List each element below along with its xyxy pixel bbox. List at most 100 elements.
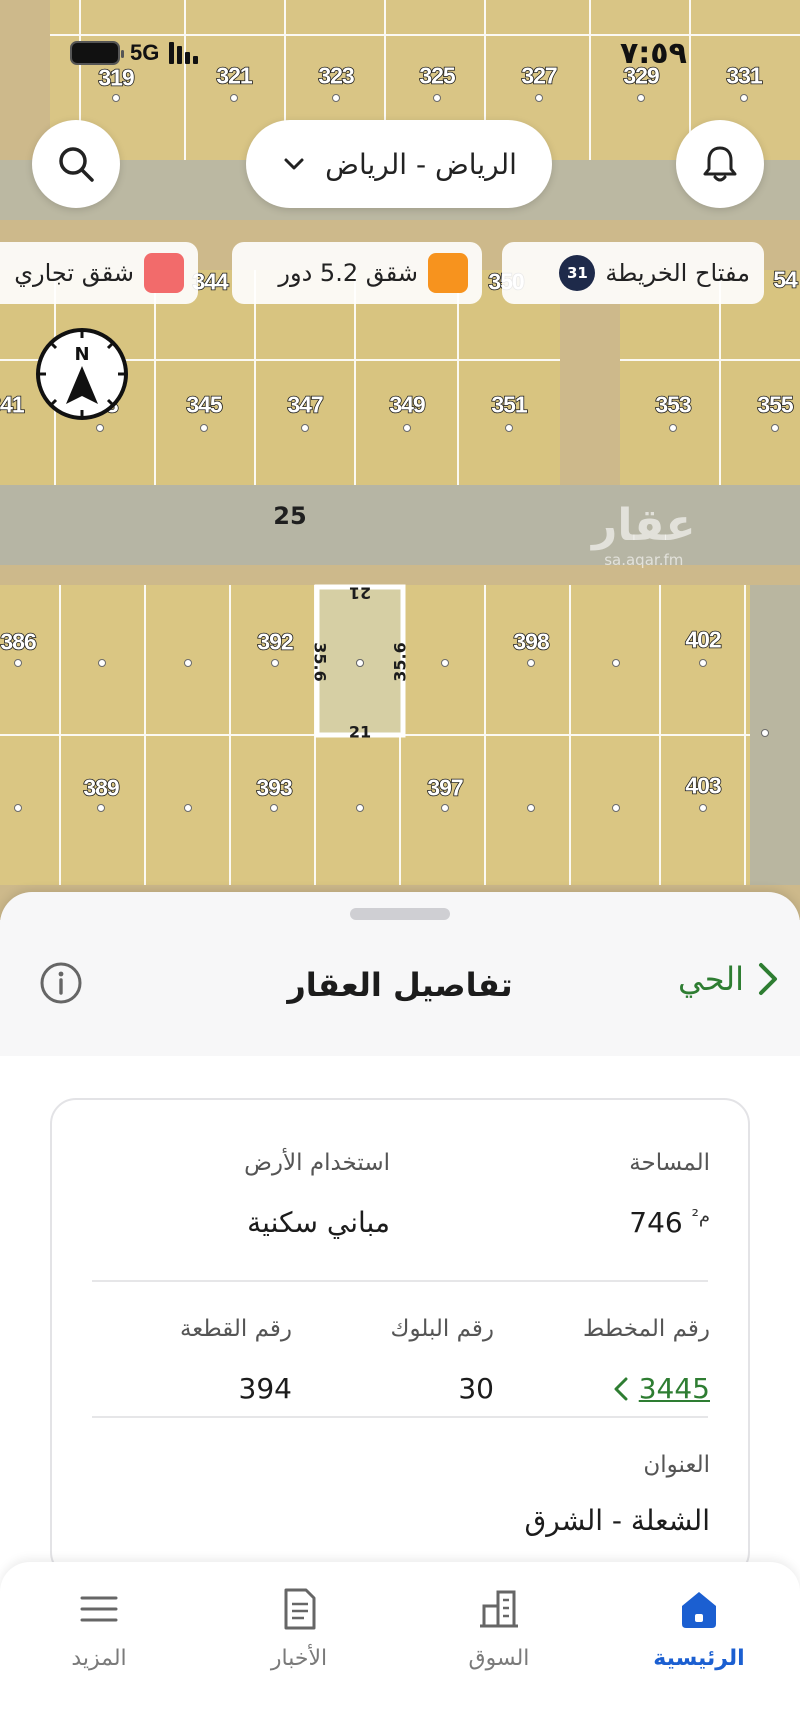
plan-number-link[interactable]: 3445	[613, 1372, 710, 1405]
parcel-number[interactable]: 351	[491, 391, 529, 419]
street-number: 25	[273, 502, 307, 530]
parcel-dot	[669, 424, 677, 432]
parcel-dot	[271, 659, 279, 667]
neighborhood-back-link[interactable]: الحي	[678, 960, 780, 998]
parcel-number[interactable]: 327	[521, 62, 559, 90]
parcel-dot	[200, 424, 208, 432]
sheet-drag-handle[interactable]	[350, 908, 450, 920]
parcel-dot	[433, 94, 441, 102]
parcel-number[interactable]: 341	[0, 391, 26, 419]
block-number-value: 30	[458, 1372, 494, 1405]
chevron-down-icon	[284, 158, 304, 170]
parcel-number[interactable]: 397	[427, 774, 465, 802]
block-number-label: رقم البلوك	[390, 1316, 494, 1342]
dimension-bottom: 21	[348, 722, 372, 742]
plan-number-value[interactable]: 3445	[639, 1372, 710, 1405]
watermark-brand: عقار	[592, 500, 696, 551]
area-label: المساحة	[629, 1150, 710, 1176]
compass-icon[interactable]: N	[34, 326, 130, 422]
parcel-dot	[535, 94, 543, 102]
nav-label: الأخبار	[270, 1646, 328, 1671]
parcel-number[interactable]: 325	[419, 62, 457, 90]
address-label: العنوان	[643, 1452, 710, 1478]
parcel-dot	[301, 424, 309, 432]
legend-chip-label: شقق 5.2 دور	[278, 259, 418, 287]
parcel-number[interactable]: 393	[256, 774, 294, 802]
sheet-header: تفاصيل العقار الحي	[0, 932, 800, 1032]
city-selector[interactable]: الرياض - الرياض	[246, 120, 552, 208]
info-icon[interactable]	[38, 960, 84, 1006]
search-icon	[59, 147, 94, 182]
parcel-dot	[771, 424, 779, 432]
parcel-dot	[527, 804, 535, 812]
parcel-number[interactable]: 323	[318, 62, 356, 90]
battery-icon	[70, 41, 124, 65]
network-label: 5G	[130, 40, 160, 65]
area-value: م² 746	[629, 1206, 710, 1239]
map-legend-chip[interactable]: مفتاح الخريطة 31	[502, 242, 764, 304]
nav-news[interactable]: الأخبار	[224, 1586, 374, 1671]
parcel-dot	[505, 424, 513, 432]
legend-count-badge: 31	[559, 255, 596, 291]
parcel-number[interactable]: 398	[513, 628, 551, 656]
parcel-number[interactable]: 345	[186, 391, 224, 419]
parcel-number[interactable]: 353	[655, 391, 693, 419]
parcel-number[interactable]: 403	[685, 772, 723, 800]
parcel-number[interactable]: 331	[726, 62, 764, 90]
parcel-number[interactable]: 54	[772, 266, 798, 294]
nav-market[interactable]: السوق	[424, 1586, 574, 1671]
legend-chip-label: شقق تجاري	[14, 259, 134, 287]
nav-more[interactable]: المزيد	[24, 1586, 174, 1671]
parcel-number[interactable]: 321	[216, 62, 254, 90]
parcel-dot	[403, 424, 411, 432]
home-icon	[682, 1592, 716, 1628]
parcel-number[interactable]: 402	[685, 626, 723, 654]
watermark-url: sa.aqar.fm	[604, 551, 684, 569]
address-value: الشعلة - الشرق	[524, 1504, 710, 1537]
nav-home[interactable]: الرئيسية	[624, 1586, 774, 1671]
notification-button[interactable]	[676, 120, 764, 208]
legend-swatch-orange	[428, 253, 468, 293]
chevron-left-icon	[614, 1377, 628, 1400]
parcel-number[interactable]: 386	[0, 628, 38, 656]
parcel-dot	[14, 659, 22, 667]
legend-chip-commercial[interactable]: شقق تجاري	[0, 242, 198, 304]
legend-chip-apartments[interactable]: شقق 5.2 دور	[232, 242, 482, 304]
news-icon	[284, 1588, 316, 1630]
area-unit: م²	[691, 1206, 710, 1227]
parcel-number[interactable]: 392	[257, 628, 295, 656]
parcel-number[interactable]: 349	[389, 391, 427, 419]
plan-number-label: رقم المخطط	[583, 1316, 710, 1342]
search-button[interactable]	[32, 120, 120, 208]
selected-parcel-dot[interactable]	[356, 659, 364, 667]
parcel-dot	[96, 424, 104, 432]
map-view[interactable]: 319 321 323 325 327 329 331 341 343 345 …	[0, 0, 800, 920]
dimension-right: 35.6	[390, 642, 410, 682]
buildings-icon	[480, 1590, 518, 1628]
parcel-number[interactable]: 355	[757, 391, 795, 419]
parcel-dot	[184, 659, 192, 667]
legend-chip-label: مفتاح الخريطة	[605, 259, 750, 287]
land-use-value: مباني سكنية	[247, 1206, 390, 1239]
parcel-number-label: رقم القطعة	[179, 1316, 292, 1342]
parcel-dot	[699, 659, 707, 667]
parcel-dot	[612, 804, 620, 812]
nav-label: الرئيسية	[653, 1646, 745, 1671]
parcel-dot	[699, 804, 707, 812]
parcel-dot	[332, 94, 340, 102]
dimension-left: 35.6	[310, 642, 330, 682]
parcel-dot	[270, 804, 278, 812]
parcel-number[interactable]: 389	[83, 774, 121, 802]
parcel-number-value: 394	[238, 1372, 292, 1405]
dimension-top: 21	[348, 583, 372, 603]
parcel-dot	[184, 804, 192, 812]
parcel-dot	[356, 804, 364, 812]
property-info-card: المساحة م² 746 استخدام الأرض مباني سكنية…	[50, 1098, 750, 1578]
parcel-number[interactable]: 347	[287, 391, 325, 419]
card-divider	[92, 1416, 708, 1418]
parcel-dot	[761, 729, 769, 737]
legend-swatch-red	[144, 253, 184, 293]
parcel-dot	[441, 804, 449, 812]
signal-icon	[169, 42, 199, 64]
parcel-number[interactable]: 319	[98, 64, 136, 92]
